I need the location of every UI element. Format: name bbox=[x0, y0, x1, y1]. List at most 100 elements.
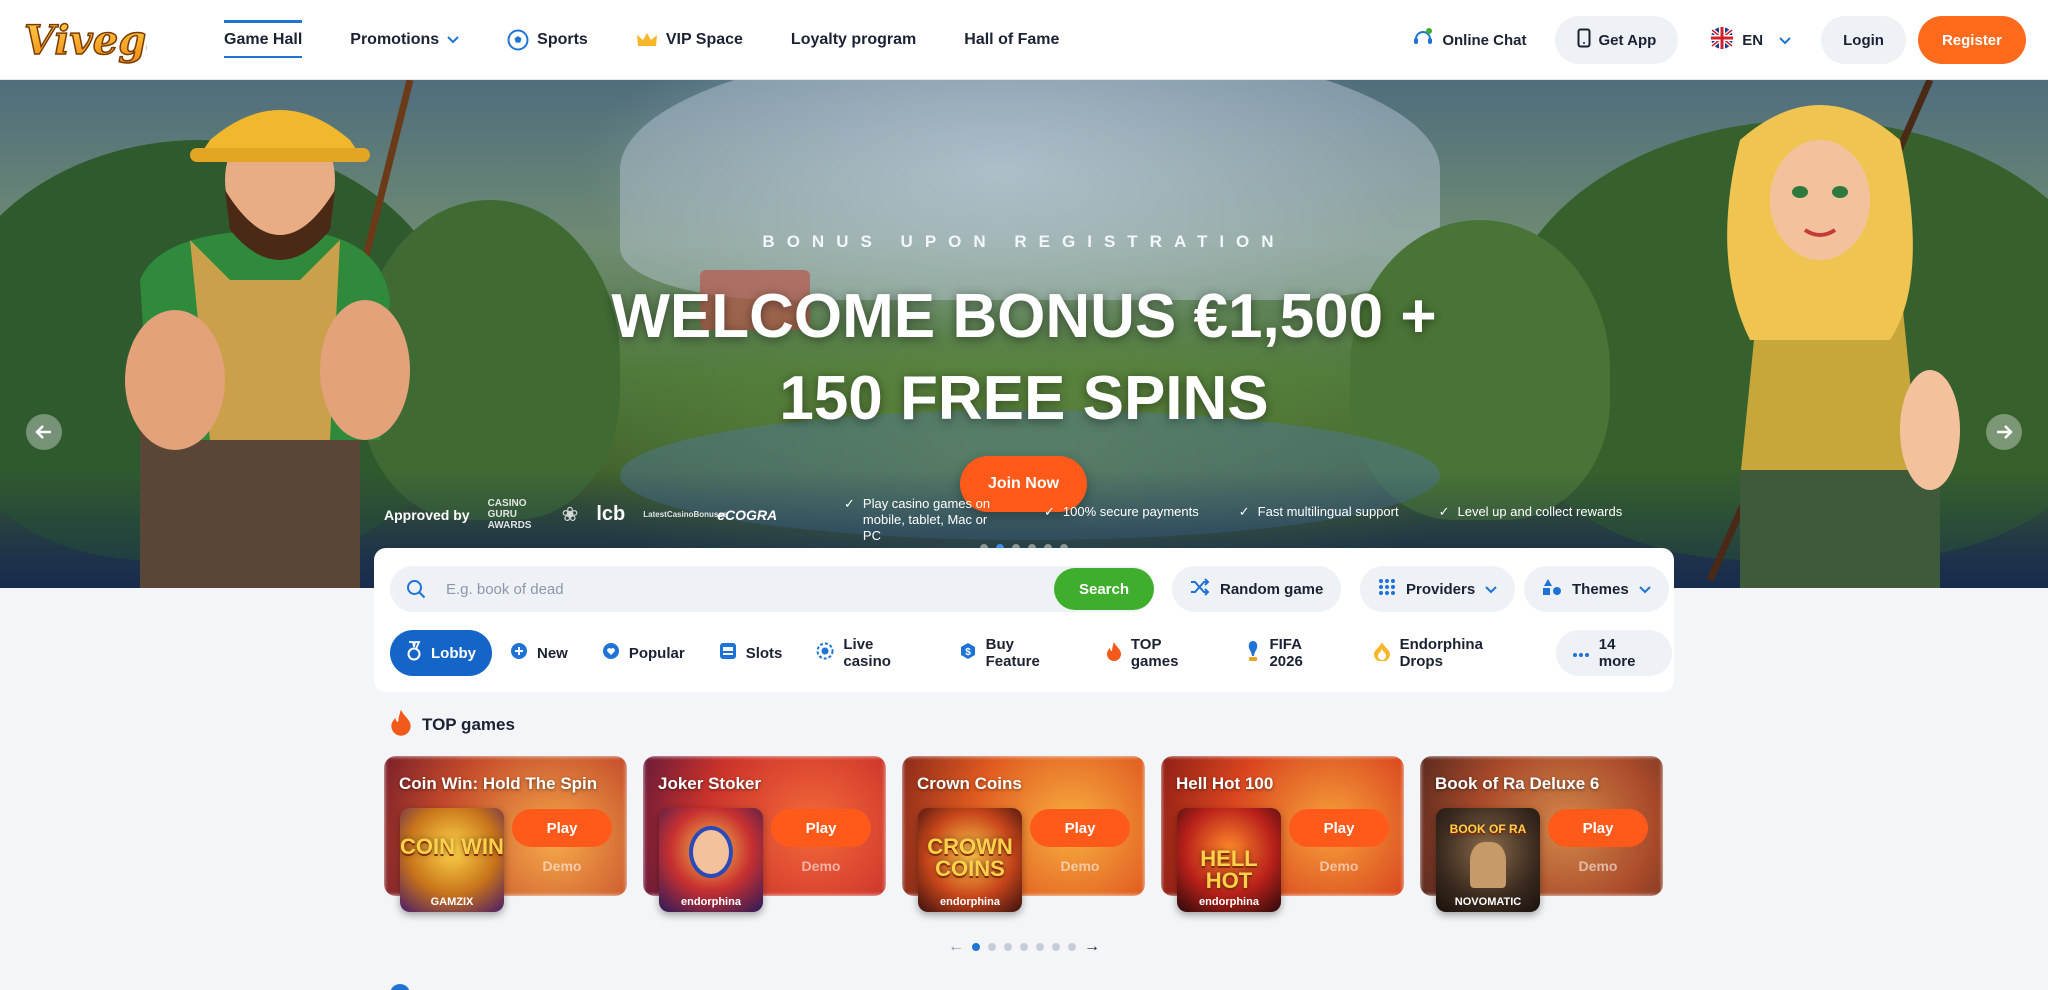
game-search-panel: Search Random game Providers Themes Lobb… bbox=[374, 548, 1674, 692]
page-dot[interactable] bbox=[1052, 943, 1060, 951]
tab-label: FIFA 2026 bbox=[1269, 636, 1303, 670]
top-games-pager: ← → bbox=[948, 938, 1100, 956]
header-actions: Online Chat Get App EN Login Register bbox=[1412, 0, 2026, 80]
tab-label: Slots bbox=[745, 644, 783, 662]
language-label: EN bbox=[1742, 31, 1764, 49]
game-thumbnail[interactable]: endorphina bbox=[659, 808, 763, 912]
crown-icon bbox=[636, 31, 658, 49]
game-thumbnail[interactable]: BOOK OF RA NOVOMATIC bbox=[1436, 808, 1540, 912]
jester-face bbox=[689, 826, 733, 878]
approved-by-strip: Approved by CASINO GURU AWARDS ❀ lcb Lat… bbox=[384, 498, 777, 531]
page-dot[interactable] bbox=[988, 943, 996, 951]
thumbnail-title: HELL HOT bbox=[1200, 846, 1258, 893]
tab-endorphina-drops[interactable]: Endorphina Drops bbox=[1357, 630, 1546, 676]
page-dot-active[interactable] bbox=[972, 943, 980, 951]
shapes-icon bbox=[1542, 578, 1562, 600]
register-label: Register bbox=[1941, 31, 2002, 49]
nav-sports[interactable]: Sports bbox=[507, 20, 588, 60]
tab-buy-feature[interactable]: $ Buy Feature bbox=[943, 630, 1088, 676]
demo-button[interactable]: Demo bbox=[1030, 858, 1130, 874]
tab-new[interactable]: New bbox=[494, 630, 584, 676]
tab-label: Buy Feature bbox=[985, 636, 1040, 670]
demo-button[interactable]: Demo bbox=[1289, 858, 1389, 874]
page-dot[interactable] bbox=[1036, 943, 1044, 951]
play-button[interactable]: Play bbox=[512, 809, 612, 847]
check-icon: ✓ bbox=[1438, 504, 1450, 519]
more-categories-button[interactable]: 14 more bbox=[1555, 630, 1672, 676]
demo-button[interactable]: Demo bbox=[512, 858, 612, 874]
login-button[interactable]: Login bbox=[1821, 16, 1906, 64]
nav-vip-space[interactable]: VIP Space bbox=[636, 20, 743, 60]
live-icon bbox=[816, 642, 834, 664]
explorer-figure bbox=[1470, 842, 1506, 888]
tab-label: TOP games bbox=[1130, 636, 1179, 670]
feature-text: Play casino games on mobile, tablet, Mac… bbox=[862, 496, 991, 543]
provider-label: endorphina bbox=[1199, 896, 1259, 908]
game-thumbnail[interactable]: CROWN COINS endorphina bbox=[918, 808, 1022, 912]
thumbnail-title: BOOK OF RA bbox=[1449, 822, 1527, 836]
badge-text: lcb bbox=[596, 503, 626, 525]
get-app-button[interactable]: Get App bbox=[1554, 16, 1679, 64]
nav-promotions[interactable]: Promotions bbox=[350, 20, 459, 60]
game-title: Book of Ra Deluxe 6 bbox=[1435, 774, 1600, 793]
feature-item: ✓ Fast multilingual support bbox=[1239, 504, 1399, 544]
tab-slots[interactable]: Slots bbox=[703, 630, 799, 676]
random-game-button[interactable]: Random game bbox=[1172, 566, 1342, 612]
arrow-left-icon[interactable]: ← bbox=[948, 938, 964, 956]
online-chat-button[interactable]: Online Chat bbox=[1412, 27, 1527, 53]
tab-top-games[interactable]: TOP games bbox=[1090, 630, 1229, 676]
tab-popular[interactable]: Popular bbox=[586, 630, 701, 676]
register-button[interactable]: Register bbox=[1917, 16, 2026, 64]
fire-icon bbox=[1106, 641, 1122, 665]
hero-next-button[interactable] bbox=[1986, 414, 2022, 450]
language-select[interactable]: EN bbox=[1690, 16, 1809, 64]
hero-title-line: 150 FREE SPINS bbox=[779, 364, 1269, 433]
nav-hall-of-fame[interactable]: Hall of Fame bbox=[964, 20, 1059, 60]
themes-dropdown[interactable]: Themes bbox=[1524, 566, 1669, 612]
feature-item: ✓ Level up and collect rewards bbox=[1439, 504, 1623, 544]
providers-dropdown[interactable]: Providers bbox=[1360, 566, 1516, 612]
nav-label: Promotions bbox=[350, 31, 440, 48]
badge-text: CASINO GURU AWARDS bbox=[487, 498, 532, 531]
medal-icon bbox=[406, 641, 422, 665]
search-button[interactable]: Search bbox=[1054, 568, 1154, 610]
nav-loyalty-program[interactable]: Loyalty program bbox=[791, 20, 916, 60]
play-button[interactable]: Play bbox=[771, 809, 871, 847]
nav-game-hall[interactable]: Game Hall bbox=[224, 20, 303, 60]
game-thumbnail[interactable]: COIN WIN GAMZIX bbox=[400, 808, 504, 912]
headset-icon bbox=[1412, 27, 1434, 53]
latest-casino-bonuses-badge: LatestCasinoBonuses bbox=[643, 509, 727, 520]
nav-label: Game Hall bbox=[224, 31, 303, 48]
vivegas-logo[interactable]: Vivegas bbox=[22, 10, 195, 70]
play-button[interactable]: Play bbox=[1289, 809, 1389, 847]
chevron-down-icon bbox=[1485, 581, 1497, 598]
random-game-label: Random game bbox=[1220, 580, 1324, 598]
login-label: Login bbox=[1843, 31, 1884, 49]
tab-fifa-2026[interactable]: FIFA 2026 bbox=[1230, 630, 1354, 676]
search-input[interactable] bbox=[446, 566, 1006, 612]
page-dot[interactable] bbox=[1004, 943, 1012, 951]
grid-dots-icon bbox=[1378, 578, 1396, 600]
tab-lobby[interactable]: Lobby bbox=[390, 630, 492, 676]
nav-label: VIP Space bbox=[665, 31, 743, 48]
play-button[interactable]: Play bbox=[1030, 809, 1130, 847]
chevron-down-icon bbox=[447, 36, 459, 44]
demo-button[interactable]: Demo bbox=[771, 858, 871, 874]
arrow-left-icon bbox=[35, 425, 51, 439]
hero-prev-button[interactable] bbox=[26, 414, 62, 450]
thumbnail-title: COIN WIN bbox=[400, 834, 504, 859]
nav-label: Hall of Fame bbox=[964, 31, 1060, 48]
provider-label: GAMZIX bbox=[430, 896, 474, 908]
provider-label: NOVOMATIC bbox=[1454, 896, 1522, 908]
page-dot[interactable] bbox=[1020, 943, 1028, 951]
play-button[interactable]: Play bbox=[1548, 809, 1648, 847]
tab-label: Lobby bbox=[431, 644, 476, 662]
arrow-right-icon bbox=[1997, 425, 2013, 439]
arrow-right-icon[interactable]: → bbox=[1084, 938, 1100, 956]
demo-button[interactable]: Demo bbox=[1548, 858, 1648, 874]
page-dot[interactable] bbox=[1068, 943, 1076, 951]
hero-title-line: WELCOME BONUS €1,500 + bbox=[611, 282, 1437, 351]
game-title: Coin Win: Hold The Spin bbox=[399, 774, 598, 793]
game-thumbnail[interactable]: HELL HOT endorphina bbox=[1177, 808, 1281, 912]
tab-live-casino[interactable]: Live casino bbox=[800, 630, 940, 676]
